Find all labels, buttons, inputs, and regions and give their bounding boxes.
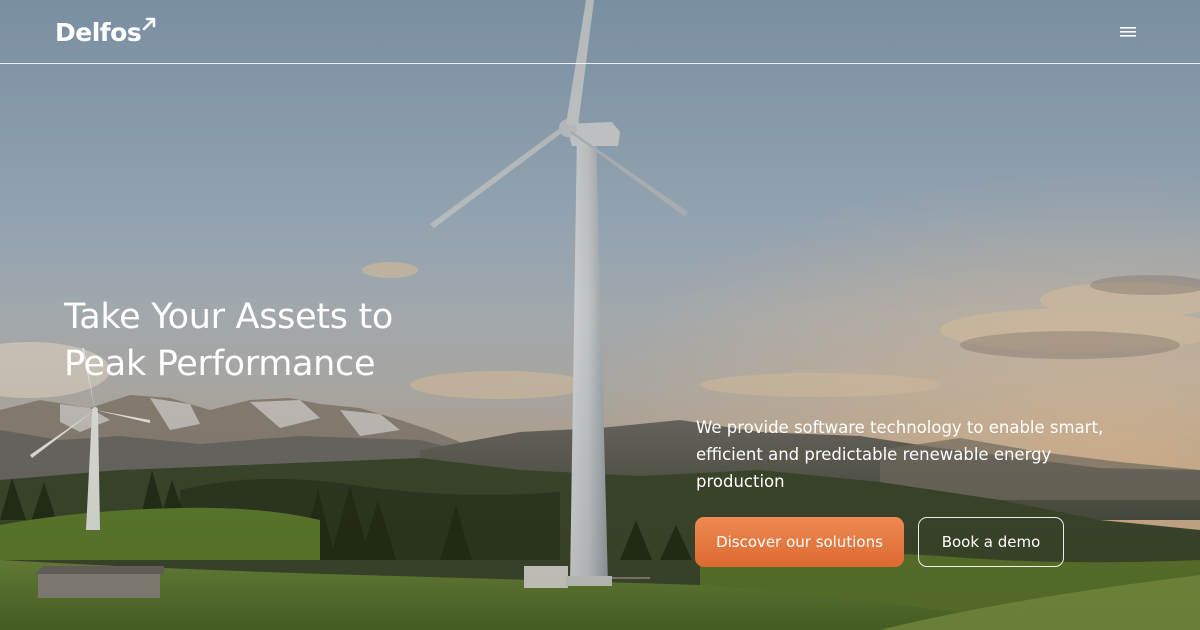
hero-headline: Take Your Assets to Peak Performance [64, 294, 504, 388]
hero-tagline: We provide software technology to enable… [696, 414, 1116, 495]
menu-button[interactable] [1116, 22, 1140, 42]
logo-text: Delfos [55, 18, 142, 47]
tagline-line: production [696, 472, 785, 491]
hero-section: Delfos Take Your Assets to Peak Performa… [0, 0, 1200, 630]
delfos-logo[interactable]: Delfos [55, 17, 156, 48]
book-demo-button[interactable]: Book a demo [918, 517, 1064, 567]
headline-line: Peak Performance [64, 344, 376, 384]
site-header: Delfos [0, 0, 1200, 64]
tagline-line: efficient and predictable renewable ener… [696, 445, 1052, 464]
tagline-line: We provide software technology to enable… [696, 418, 1104, 437]
hamburger-menu-icon [1120, 27, 1136, 37]
discover-solutions-button[interactable]: Discover our solutions [695, 517, 904, 567]
headline-line: Take Your Assets to [64, 297, 394, 337]
arrow-mark-icon [142, 17, 156, 31]
